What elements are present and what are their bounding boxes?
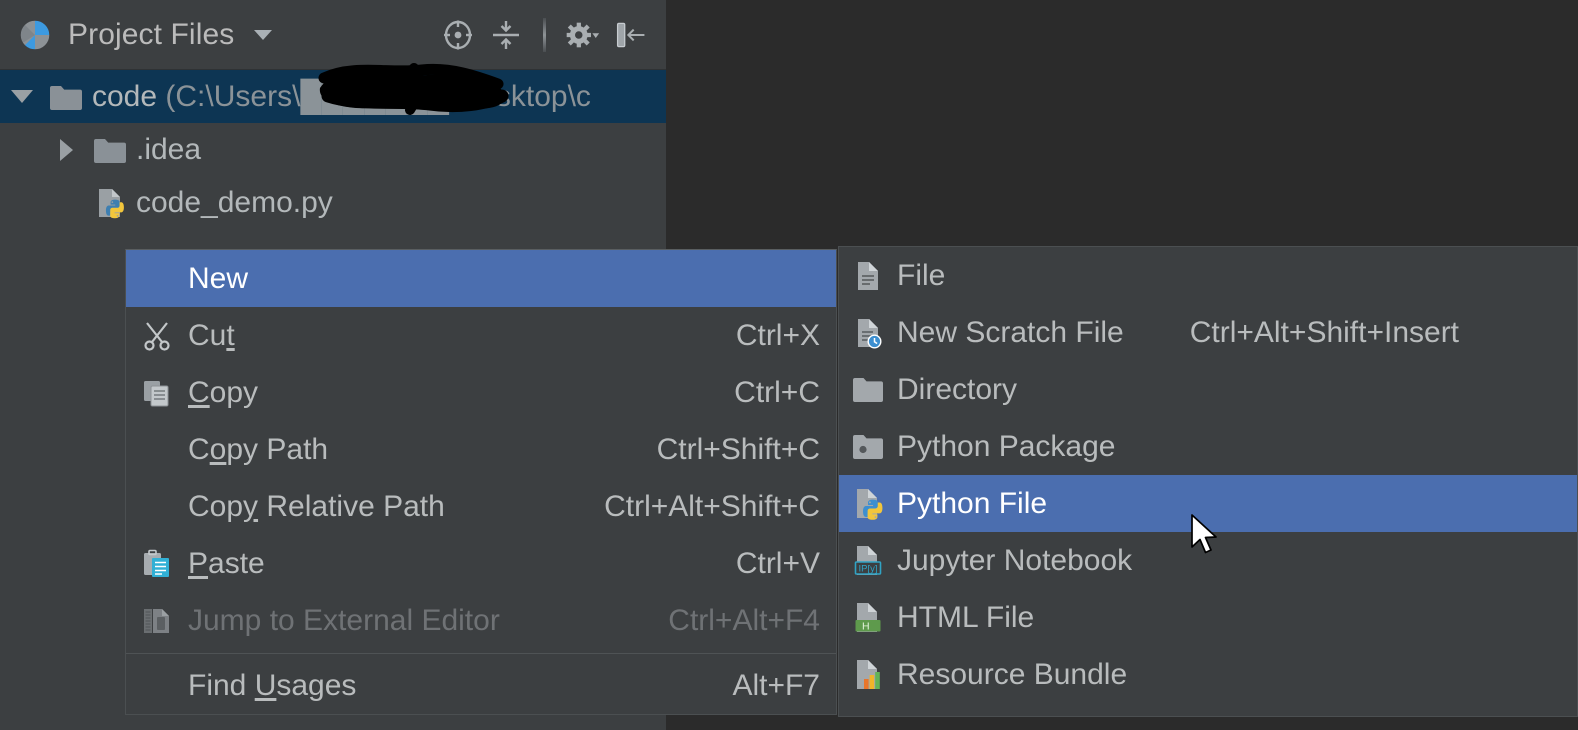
submenu-item-shortcut: Ctrl+Alt+Shift+Insert — [1189, 315, 1460, 349]
svg-text:IP[y]: IP[y] — [858, 563, 877, 574]
submenu-item-label: New Scratch File — [897, 315, 1124, 349]
menu-item-shortcut: Ctrl+Shift+C — [656, 432, 820, 466]
file-icon — [839, 260, 897, 292]
menu-item-copy-path[interactable]: Copy Path Ctrl+Shift+C — [126, 421, 836, 478]
tree-label-idea: .idea — [136, 132, 202, 166]
triangle-right-icon — [59, 138, 73, 161]
menu-item-copy-relative-path[interactable]: Copy Relative Path Ctrl+Alt+Shift+C — [126, 478, 836, 535]
tree-row-idea[interactable]: .idea — [0, 123, 666, 176]
expand-collapse-toggle[interactable] — [0, 90, 44, 103]
menu-separator — [126, 653, 836, 654]
external-file-icon — [126, 606, 188, 636]
settings-gear-icon[interactable] — [566, 18, 600, 52]
triangle-down-icon — [11, 90, 33, 103]
python-file-icon — [88, 186, 132, 220]
paste-icon — [126, 549, 188, 579]
tool-window-header: Project Files — [0, 0, 666, 70]
menu-item-label: New — [188, 261, 249, 295]
menu-item-find-usages[interactable]: Find Usages Alt+F7 — [126, 657, 836, 714]
submenu-item-label: File — [897, 258, 946, 292]
menu-item-shortcut: Ctrl+X — [735, 318, 820, 352]
menu-item-cut[interactable]: Cut Ctrl+X — [126, 307, 836, 364]
menu-item-shortcut: Ctrl+V — [735, 546, 820, 580]
submenu-item-label: Python Package — [897, 429, 1116, 463]
expand-collapse-toggle[interactable] — [44, 138, 88, 161]
scratch-file-icon — [839, 317, 897, 349]
menu-item-shortcut: Ctrl+C — [734, 375, 820, 409]
tree-label-code: code (C:\Users\███████\Desktop\c — [92, 79, 591, 113]
menu-item-jump-to-external-editor[interactable]: Jump to External Editor Ctrl+Alt+F4 — [126, 592, 836, 649]
page-title: Project Files — [68, 17, 235, 51]
menu-item-label: Copy Path — [188, 432, 329, 466]
submenu-item-resource-bundle[interactable]: Resource Bundle — [839, 646, 1577, 703]
folder-icon — [44, 83, 88, 111]
submenu-item-label: Python File — [897, 486, 1048, 520]
submenu-item-label: Directory — [897, 372, 1018, 406]
tree-row-code[interactable]: code (C:\Users\███████\Desktop\c — [0, 70, 666, 123]
tool-window-title-group[interactable]: Project Files — [0, 17, 273, 52]
submenu-item-file[interactable]: File — [839, 247, 1577, 304]
copy-icon — [126, 378, 188, 408]
folder-icon — [839, 376, 897, 403]
tree-label-code-demo-py: code_demo.py — [136, 185, 333, 219]
project-tree[interactable]: code (C:\Users\███████\Desktop\c .idea c… — [0, 70, 666, 229]
menu-item-label: Paste — [188, 546, 265, 580]
chevron-down-icon[interactable] — [254, 29, 273, 40]
submenu-item-label: Jupyter Notebook — [897, 543, 1133, 577]
context-menu[interactable]: New Cut Ctrl+X Copy Ctrl+C Copy Path Ctr… — [125, 249, 837, 715]
toolbar-divider — [543, 18, 546, 52]
hide-panel-icon[interactable] — [614, 18, 648, 52]
ide-window: Project Files code (C:\Users\███████\Des… — [0, 0, 1578, 730]
submenu-item-label: HTML File — [897, 600, 1035, 634]
collapse-all-icon[interactable] — [489, 18, 523, 52]
submenu-item-new-scratch-file[interactable]: New Scratch File Ctrl+Alt+Shift+Insert — [839, 304, 1577, 361]
submenu-item-label: Resource Bundle — [897, 657, 1128, 691]
menu-item-new[interactable]: New — [126, 250, 836, 307]
tree-row-code-demo-py[interactable]: code_demo.py — [0, 176, 666, 229]
svg-text:H: H — [862, 620, 870, 632]
new-submenu[interactable]: File New Scratch File Ctrl+Alt+Shift+Ins — [838, 246, 1578, 717]
menu-item-label: Cut — [188, 318, 235, 352]
menu-item-shortcut: Alt+F7 — [732, 668, 820, 702]
mouse-cursor — [1190, 514, 1222, 560]
submenu-item-python-package[interactable]: Python Package — [839, 418, 1577, 475]
jupyter-icon: IP[y] — [839, 544, 897, 577]
menu-item-label: Copy Relative Path — [188, 489, 445, 523]
project-files-pie-icon — [18, 18, 52, 52]
html-file-icon: H — [839, 601, 897, 634]
menu-item-copy[interactable]: Copy Ctrl+C — [126, 364, 836, 421]
menu-item-label: Copy — [188, 375, 259, 409]
menu-item-label: Find Usages — [188, 668, 357, 702]
tool-window-actions — [441, 0, 648, 70]
python-package-icon — [839, 433, 897, 460]
python-file-icon — [839, 487, 897, 520]
menu-item-label: Jump to External Editor — [188, 603, 500, 637]
select-opened-file-icon[interactable] — [441, 18, 475, 52]
folder-icon — [88, 136, 132, 164]
submenu-item-directory[interactable]: Directory — [839, 361, 1577, 418]
menu-item-shortcut: Ctrl+Alt+F4 — [668, 603, 820, 637]
scissors-icon — [126, 321, 188, 351]
submenu-item-html-file[interactable]: H HTML File — [839, 589, 1577, 646]
menu-item-shortcut: Ctrl+Alt+Shift+C — [604, 489, 820, 523]
resource-bundle-icon — [839, 658, 897, 691]
menu-item-paste[interactable]: Paste Ctrl+V — [126, 535, 836, 592]
